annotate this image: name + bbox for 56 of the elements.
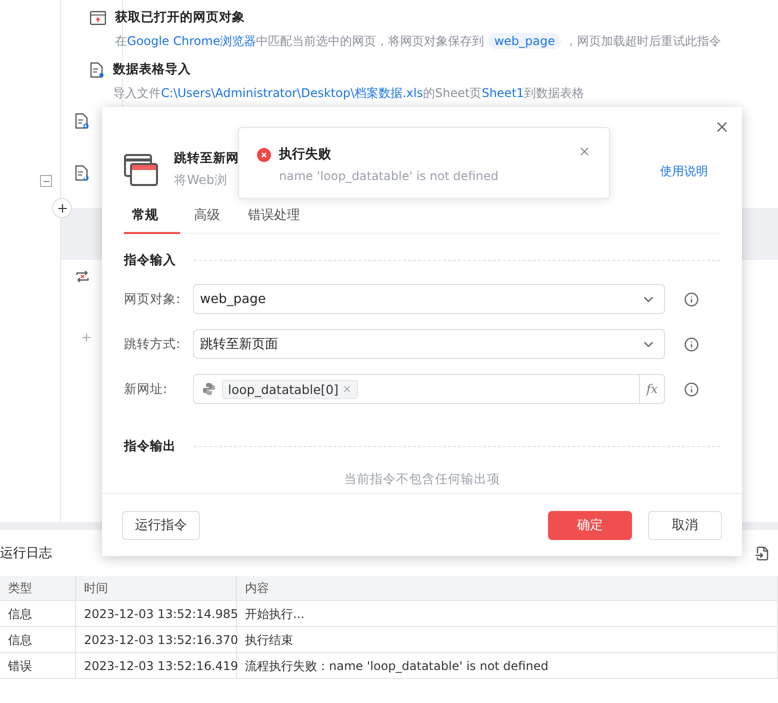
table-cell: 2023-12-03 13:52:14.985 [76,601,237,627]
formula-button[interactable]: fx [639,375,664,403]
info-icon[interactable] [684,336,699,352]
variable-tag: loop_datatable[0] [222,380,358,398]
table-cell: 执行结束 [237,627,778,653]
loop-icon [75,270,90,283]
field-label: 网页对象: [124,290,182,308]
step-title: 数据表格导入 [113,60,192,78]
tab[interactable]: 高级 [180,199,234,234]
python-icon [202,382,216,396]
add-step-button[interactable] [52,198,72,218]
remove-icon[interactable] [342,384,352,394]
close-icon[interactable] [578,145,591,158]
step-description: 导入文件C:\Users\Administrator\Desktop\档案数据.xls的Sheet页Sheet1到数据表格 [113,85,584,102]
table-cell: 开始执行... [237,601,778,627]
toast-message: name 'loop_datatable' is not defined [279,169,500,183]
table-cell: 流程执行失败：name 'loop_datatable' is not defined [237,653,778,679]
empty-message: 当前指令不包含任何输出项 [343,471,501,488]
dialog-title: 跳转至新网 [174,150,239,167]
collapse-button[interactable] [40,175,52,187]
table-cell: 2023-12-03 13:52:16.370 [76,627,237,653]
expression-field[interactable]: loop_datatable[0] fx [193,374,665,404]
dialog-subtitle: 将Web浏 [174,172,228,189]
browser-windows-icon [124,154,158,186]
field-label: 新网址: [124,380,168,398]
plus-icon [56,202,68,214]
step-title: 获取已打开的网页对象 [115,8,246,26]
document-search-icon [75,113,89,129]
document-refresh-icon [75,165,89,181]
column-header: 内容 [237,576,778,601]
table-cell: 信息 [0,601,76,627]
column-header: 类型 [0,576,76,601]
section-title: 指令输入 [124,252,176,269]
info-icon[interactable] [684,292,699,306]
run-button[interactable]: 运行指令 [122,510,200,540]
log-title: 运行日志 [0,545,52,562]
table-document-icon [90,62,104,78]
table-cell: 错误 [0,653,76,679]
browser-upload-icon [90,11,106,25]
table-cell: 2023-12-03 13:52:16.419 [76,653,237,679]
error-icon [257,148,271,162]
tab[interactable]: 错误处理 [234,199,314,234]
step-description: 在Google Chrome浏览器中匹配当前选中的网页，将网页对象保存到 web_page ，网页加载超时后重试此指令 [115,32,721,50]
toast-title: 执行失败 [279,146,332,163]
help-link[interactable]: 使用说明 [660,163,708,180]
field-label: 跳转方式: [124,336,182,352]
cancel-button[interactable]: 取消 [648,510,722,540]
tab[interactable]: 常规 [124,199,180,234]
confirm-button[interactable]: 确定 [548,510,632,540]
section-title: 指令输出 [124,438,176,455]
info-icon[interactable] [684,382,699,396]
export-icon[interactable] [755,546,770,560]
table-cell: 信息 [0,627,76,653]
column-header: 时间 [76,576,237,601]
select-field[interactable]: 跳转至新页面 [193,329,665,359]
select-field[interactable]: web_page [193,284,665,314]
